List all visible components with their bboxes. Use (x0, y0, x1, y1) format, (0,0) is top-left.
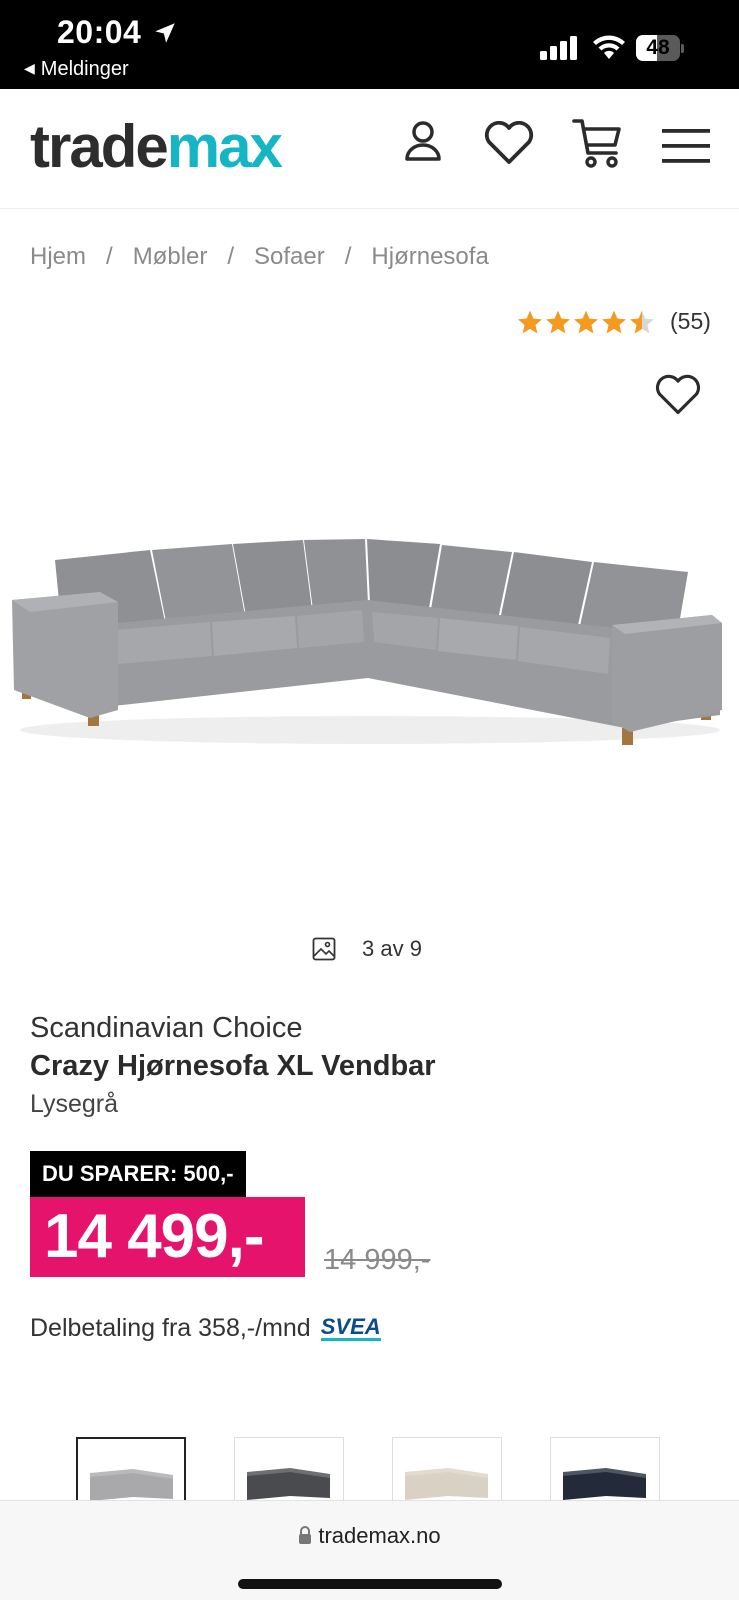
site-header: trademax (0, 89, 739, 209)
color-variant-thumbnail[interactable] (234, 1437, 344, 1507)
product-brand[interactable]: Scandinavian Choice (30, 1012, 302, 1045)
wifi-icon (593, 35, 625, 59)
location-arrow-icon (155, 23, 175, 43)
cellular-signal-icon (540, 36, 577, 60)
product-rating[interactable]: (55) (516, 308, 711, 335)
breadcrumb-item-hjornesofa[interactable]: Hjørnesofa (371, 243, 488, 270)
back-to-app-link[interactable]: ◀ Meldinger (24, 58, 129, 81)
star-icon (602, 310, 626, 333)
breadcrumb-separator: / (344, 243, 352, 270)
menu-icon[interactable] (662, 129, 710, 163)
breadcrumb: Hjem / Møbler / Sofaer / Hjørnesofa (30, 243, 489, 271)
gallery-counter: 3 av 9 (312, 936, 422, 962)
color-variant-thumbnail[interactable] (550, 1437, 660, 1507)
browser-bottom-bar: trademax.no (0, 1500, 739, 1600)
url-text: trademax.no (318, 1523, 441, 1548)
cart-icon[interactable] (572, 117, 622, 171)
lock-icon (299, 1526, 312, 1545)
battery-icon: 48 (636, 35, 684, 61)
color-variant-thumbnail[interactable] (392, 1437, 502, 1507)
installment-info[interactable]: Delbetaling fra 358,-/mnd SVEA (30, 1314, 381, 1343)
product-image-corner-sofa[interactable] (0, 530, 739, 770)
account-icon[interactable] (403, 119, 443, 163)
svea-logo: SVEA (320, 1314, 381, 1341)
gallery-counter-text: 3 av 9 (362, 936, 422, 961)
current-price: 14 499,- (30, 1197, 305, 1277)
back-to-app-label: Meldinger (40, 58, 129, 80)
savings-badge: DU SPARER: 500,- (30, 1151, 246, 1197)
status-time: 20:04 (57, 14, 142, 50)
breadcrumb-item-mobler[interactable]: Møbler (133, 243, 208, 270)
address-bar[interactable]: trademax.no (0, 1523, 739, 1549)
image-gallery-icon (312, 937, 336, 961)
rating-stars (516, 309, 656, 335)
breadcrumb-item-sofaer[interactable]: Sofaer (254, 243, 325, 270)
star-icon (574, 310, 598, 333)
breadcrumb-separator: / (227, 243, 235, 270)
back-triangle-icon: ◀ (24, 60, 35, 76)
review-count: (55) (670, 308, 711, 334)
star-icon (630, 310, 654, 333)
installment-text: Delbetaling fra 358,-/mnd (30, 1314, 311, 1342)
product-name: Crazy Hjørnesofa XL Vendbar (30, 1050, 436, 1082)
breadcrumb-separator: / (106, 243, 113, 270)
wishlist-heart-icon[interactable] (483, 121, 535, 165)
product-variant: Lysegrå (30, 1090, 119, 1118)
trademax-logo[interactable]: trademax (30, 115, 283, 179)
star-icon (546, 310, 570, 333)
color-variant-thumbnail[interactable] (76, 1437, 186, 1507)
original-price: 14 999,- (324, 1244, 431, 1276)
status-bar: 20:04 ◀ Meldinger 48 (0, 0, 739, 89)
home-indicator[interactable] (238, 1579, 502, 1589)
breadcrumb-item-hjem[interactable]: Hjem (30, 243, 86, 270)
add-to-wishlist-heart-icon[interactable] (654, 374, 702, 416)
star-icon (518, 310, 542, 333)
battery-percent: 48 (646, 36, 670, 59)
